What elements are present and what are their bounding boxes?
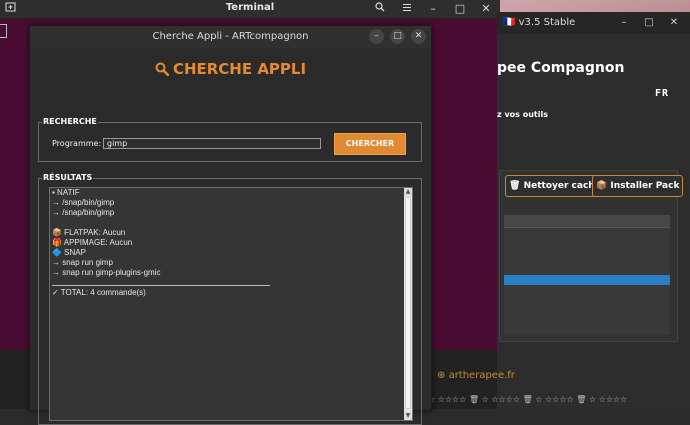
website-label: artherapee.fr [448, 370, 515, 381]
result-line: → /snap/bin/gimp [52, 198, 115, 207]
terminal-close-button[interactable]: ✕ [476, 1, 496, 17]
result-line: → snap run gimp-plugins-gmic [52, 268, 161, 277]
results-scrollbar[interactable]: ▲ ▼ [404, 188, 412, 420]
artcompagnon-list[interactable] [504, 215, 670, 335]
dialog-minimize-button[interactable]: – [369, 29, 384, 44]
cherche-appli-dialog[interactable]: Cherche Appli - ARTcompagnon – □ ✕ CHERC… [29, 25, 432, 425]
dialog-close-button[interactable]: ✕ [411, 29, 426, 44]
program-label: Programme: [52, 139, 102, 148]
scroll-down-arrow-icon[interactable]: ▼ [404, 412, 412, 420]
terminal-titlebar[interactable]: Terminal – □ ✕ [0, 0, 500, 19]
magnifier-icon [155, 62, 170, 77]
website-link[interactable]: ⊕ artherapee.fr [437, 370, 515, 381]
artcompagnon-subtitle: z vos outils [497, 110, 548, 119]
results-text-area[interactable]: ▪ NATIF → /snap/bin/gimp → /snap/bin/gim… [49, 187, 413, 421]
trash-icon: 🗑 [509, 181, 521, 191]
dialog-maximize-button[interactable]: □ [390, 29, 405, 44]
results-section: RÉSULTATS ▪ NATIF → /snap/bin/gimp → /sn… [38, 173, 422, 425]
dialog-heading-text: CHERCHE APPLI [172, 60, 307, 78]
artcompagnon-selected-row[interactable] [504, 275, 670, 285]
result-line: 🎁 APPIMAGE: Aucun [52, 238, 133, 247]
result-line: → /snap/bin/gimp [52, 208, 115, 217]
results-separator [52, 285, 270, 286]
terminal-cursor-block [0, 24, 7, 38]
artcompagnon-list-header [504, 215, 670, 228]
install-pack-label: Installer Pack [610, 181, 680, 191]
scrollbar-thumb[interactable] [405, 197, 411, 409]
result-line: → snap run gimp [52, 258, 113, 267]
clear-cache-button[interactable]: 🗑 Nettoyer cache [505, 175, 605, 197]
search-section-legend: RECHERCHE [42, 117, 98, 126]
language-badge[interactable]: FR [655, 88, 669, 99]
dialog-heading: CHERCHE APPLI [30, 60, 431, 78]
program-input[interactable] [103, 138, 321, 149]
terminal-maximize-button[interactable]: □ [450, 1, 470, 17]
dialog-titlebar[interactable]: Cherche Appli - ARTcompagnon – □ ✕ [30, 26, 431, 48]
terminal-minimize-button[interactable]: – [423, 1, 443, 17]
result-line: ▪ NATIF [52, 188, 80, 197]
artcompagnon-minimize-button[interactable]: – [617, 16, 631, 30]
package-icon: 📦 [596, 181, 608, 191]
artcompagnon-titlebar[interactable]: 🇫🇷 v3.5 Stable – □ ✕ [497, 12, 690, 34]
result-line: 📦 FLATPAK: Aucun [52, 228, 126, 237]
search-section: RECHERCHE Programme: CHERCHER [38, 117, 422, 162]
search-icon[interactable] [370, 1, 390, 17]
results-section-legend: RÉSULTATS [42, 173, 94, 182]
dialog-body: CHERCHE APPLI RECHERCHE Programme: CHERC… [30, 48, 431, 425]
search-button[interactable]: CHERCHER [334, 133, 406, 155]
artcompagnon-window[interactable]: 🇫🇷 v3.5 Stable – □ ✕ pee Compagnon FR z … [497, 12, 690, 409]
artcompagnon-title: 🇫🇷 v3.5 Stable [503, 17, 576, 28]
rating-row: ☆ ☆☆☆☆ 🗑 ☆ ☆☆☆☆ 🗑 ☆ ☆☆☆☆ 🗑 ☆ ☆☆☆☆ [428, 395, 628, 404]
install-pack-button[interactable]: 📦 Installer Pack [592, 175, 684, 197]
artcompagnon-maximize-button[interactable]: □ [642, 16, 656, 30]
hamburger-menu-icon[interactable] [397, 1, 417, 17]
scroll-up-arrow-icon[interactable]: ▲ [404, 188, 412, 196]
result-line: 🔷 SNAP [52, 248, 86, 257]
clear-cache-label: Nettoyer cache [523, 181, 601, 191]
globe-icon: ⊕ [437, 370, 449, 381]
artcompagnon-heading: pee Compagnon [497, 60, 625, 76]
result-line: ✓ TOTAL: 4 commande(s) [52, 288, 146, 297]
artcompagnon-close-button[interactable]: ✕ [667, 16, 681, 30]
